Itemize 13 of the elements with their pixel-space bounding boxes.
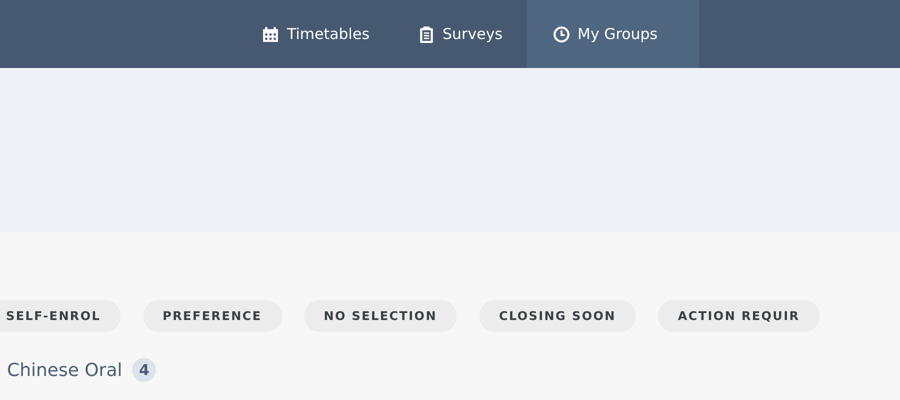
clipboard-icon [418,26,435,42]
filter-chip[interactable]: NO SELECTION [304,300,457,332]
nav-tab[interactable]: Timetables [238,0,394,68]
clock-icon [552,26,570,42]
nav-tab[interactable]: My Groups [526,0,699,68]
filter-chip[interactable]: CLOSING SOON [478,300,636,332]
count-badge: 4 [132,358,156,382]
filter-chip[interactable]: PREFERENCE [142,300,282,332]
filter-chip[interactable]: ACTION REQUIR [658,300,820,332]
filter-chip[interactable]: SELF-ENROL [0,300,121,332]
group-title: Chinese Oral [7,360,122,380]
calendar-icon [262,26,279,42]
nav-tab[interactable]: Surveys [394,0,527,68]
